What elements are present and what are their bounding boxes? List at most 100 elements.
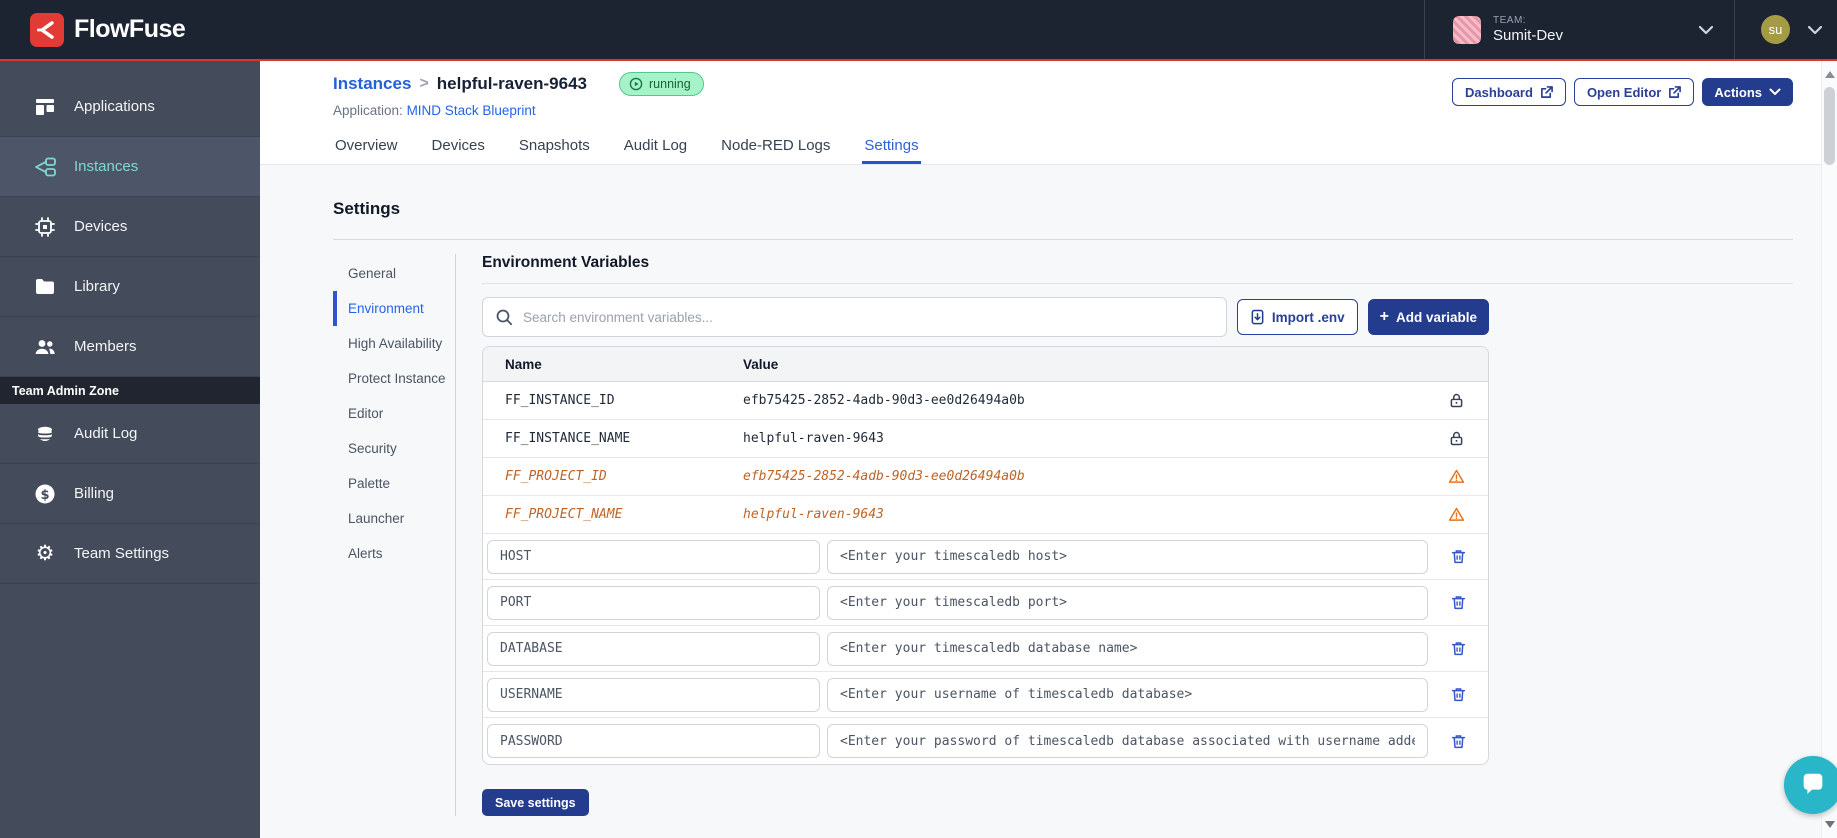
env-var-value: efb75425-2852-4adb-90d3-ee0d26494a0b <box>743 469 1025 484</box>
search-input[interactable] <box>523 309 1214 325</box>
team-admin-zone-label: Team Admin Zone <box>0 377 260 404</box>
tab-node-red-logs[interactable]: Node-RED Logs <box>719 137 832 164</box>
env-name-input[interactable] <box>487 724 820 758</box>
gear-icon: ⚙ <box>35 541 55 565</box>
svg-text:$: $ <box>40 487 49 502</box>
sidebar-item-applications[interactable]: Applications <box>0 77 260 137</box>
user-avatar: su <box>1761 15 1790 44</box>
env-name-input[interactable] <box>487 631 820 666</box>
warning-icon <box>1448 469 1464 483</box>
tab-audit-log[interactable]: Audit Log <box>622 137 689 164</box>
users-icon <box>35 339 55 354</box>
actions-button[interactable]: Actions <box>1702 78 1793 106</box>
status-badge: running <box>619 72 704 96</box>
subnav-protect-instance[interactable]: Protect Instance <box>333 361 455 396</box>
play-circle-icon <box>629 77 643 91</box>
trash-icon <box>1451 642 1465 656</box>
sidebar-item-members[interactable]: Members <box>0 317 260 377</box>
sidebar-item-billing[interactable]: $ Billing <box>0 464 260 524</box>
vertical-scrollbar[interactable] <box>1821 61 1837 838</box>
application-link[interactable]: MIND Stack Blueprint <box>407 103 536 118</box>
page-title: Settings <box>333 199 1793 240</box>
env-name-input[interactable] <box>487 677 820 712</box>
dashboard-button[interactable]: Dashboard <box>1452 78 1566 106</box>
search-box <box>482 297 1227 337</box>
import-env-button[interactable]: Import .env <box>1236 299 1358 335</box>
sidebar-item-library[interactable]: Library <box>0 257 260 317</box>
table-row-editable <box>483 626 1488 672</box>
sidebar-item-label: Devices <box>74 218 128 235</box>
sidebar-item-team-settings[interactable]: ⚙ Team Settings <box>0 524 260 584</box>
scrollbar-thumb[interactable] <box>1824 87 1835 165</box>
open-editor-button[interactable]: Open Editor <box>1573 78 1695 106</box>
sidebar-item-label: Applications <box>74 98 155 115</box>
table-row: FF_PROJECT_ID efb75425-2852-4adb-90d3-ee… <box>483 458 1488 496</box>
user-menu[interactable]: su <box>1734 0 1837 59</box>
brand-logo[interactable]: FlowFuse <box>0 12 186 47</box>
grid-icon <box>36 98 54 115</box>
env-name-input[interactable] <box>487 539 820 574</box>
sidebar-item-audit-log[interactable]: Audit Log <box>0 404 260 464</box>
trash-icon <box>1451 550 1465 564</box>
delete-variable-button[interactable] <box>1448 638 1469 659</box>
subnav-palette[interactable]: Palette <box>333 466 455 501</box>
delete-variable-button[interactable] <box>1448 684 1469 705</box>
env-var-name: FF_INSTANCE_ID <box>505 393 615 408</box>
env-var-value: helpful-raven-9643 <box>743 507 884 522</box>
instances-icon <box>35 157 56 176</box>
table-header: Name Value <box>483 347 1488 382</box>
chat-widget-button[interactable] <box>1784 756 1837 814</box>
env-value-input[interactable] <box>827 585 1428 620</box>
env-var-value: helpful-raven-9643 <box>743 431 884 446</box>
add-variable-button[interactable]: + Add variable <box>1367 299 1489 335</box>
scroll-down-arrow-icon[interactable] <box>1825 821 1835 828</box>
sidebar-item-devices[interactable]: Devices <box>0 197 260 257</box>
column-header-name: Name <box>505 356 542 372</box>
subnav-alerts[interactable]: Alerts <box>333 536 455 571</box>
sidebar-item-instances[interactable]: Instances <box>0 137 260 197</box>
save-settings-button[interactable]: Save settings <box>482 789 589 816</box>
sidebar: Applications Instances Devices Library M… <box>0 61 260 838</box>
env-name-input[interactable] <box>487 585 820 620</box>
instance-name: helpful-raven-9643 <box>436 74 588 93</box>
table-row: FF_INSTANCE_NAME helpful-raven-9643 <box>483 420 1488 458</box>
tab-snapshots[interactable]: Snapshots <box>517 137 592 164</box>
delete-variable-button[interactable] <box>1448 731 1469 752</box>
breadcrumb-instances-link[interactable]: Instances <box>333 74 411 94</box>
subnav-security[interactable]: Security <box>333 431 455 466</box>
folder-icon <box>36 278 54 294</box>
tab-overview[interactable]: Overview <box>333 137 400 164</box>
scroll-up-arrow-icon[interactable] <box>1825 71 1835 78</box>
subnav-high-availability[interactable]: High Availability <box>333 326 455 361</box>
external-link-icon <box>1669 85 1682 98</box>
chip-icon <box>35 216 55 237</box>
lock-icon <box>1450 393 1462 408</box>
add-variable-label: Add variable <box>1395 309 1477 325</box>
subnav-environment[interactable]: Environment <box>333 291 455 326</box>
sidebar-item-label: Billing <box>74 485 115 502</box>
env-value-input[interactable] <box>827 724 1428 758</box>
team-selector[interactable]: TEAM: Sumit-Dev <box>1424 0 1734 59</box>
env-value-input[interactable] <box>827 677 1428 712</box>
top-bar: FlowFuse TEAM: Sumit-Dev su <box>0 0 1837 61</box>
env-value-input[interactable] <box>827 631 1428 666</box>
trash-icon <box>1451 596 1465 610</box>
delete-variable-button[interactable] <box>1448 592 1469 613</box>
warning-icon <box>1448 507 1464 521</box>
team-label: TEAM: <box>1493 15 1527 27</box>
subnav-general[interactable]: General <box>333 256 455 291</box>
subnav-launcher[interactable]: Launcher <box>333 501 455 536</box>
env-value-input[interactable] <box>827 539 1428 574</box>
application-label: Application: <box>333 103 403 118</box>
instance-tabs: Overview Devices Snapshots Audit Log Nod… <box>333 137 921 164</box>
env-var-name: FF_INSTANCE_NAME <box>505 431 631 446</box>
delete-variable-button[interactable] <box>1448 546 1469 567</box>
tab-settings[interactable]: Settings <box>862 137 921 164</box>
brand-name: FlowFuse <box>74 15 186 43</box>
search-icon <box>496 309 513 326</box>
subnav-editor[interactable]: Editor <box>333 396 455 431</box>
chevron-down-icon <box>1769 88 1781 95</box>
sidebar-item-label: Team Settings <box>74 545 170 562</box>
tab-devices[interactable]: Devices <box>430 137 487 164</box>
dollar-icon: $ <box>35 484 55 503</box>
